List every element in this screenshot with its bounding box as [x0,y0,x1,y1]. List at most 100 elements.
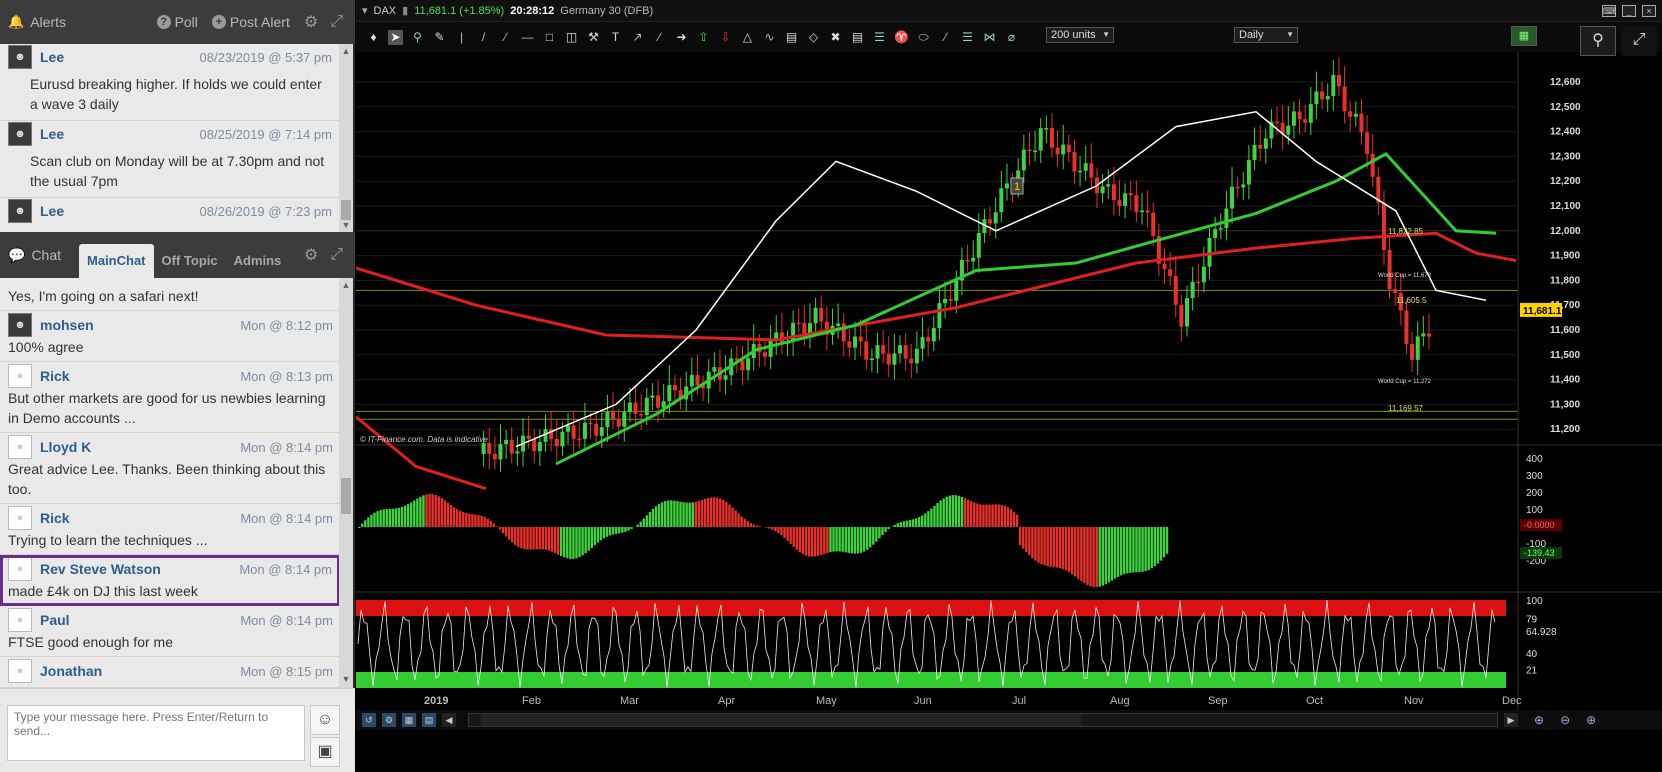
histogram-bar [847,527,850,553]
histogram-bar [657,503,661,527]
candle-body [1139,210,1144,213]
candle-body [954,280,959,301]
scroll-thumb[interactable] [341,200,351,220]
world-cup-label: World Cup = 11,673 [1378,273,1432,279]
stochastic-panel [356,600,1506,688]
price-tick: 12,500 [1550,102,1581,113]
candle-body [672,385,677,391]
image-icon[interactable]: ▣ [310,737,340,767]
chat-author[interactable]: Rick [40,368,70,384]
scroll-thumb[interactable] [481,714,1081,726]
histogram-bar [1159,527,1163,561]
tab-mainchat[interactable]: MainChat [79,244,154,278]
gear-icon[interactable]: ⚙ [304,12,318,32]
histogram-bar [957,495,961,527]
histogram-bar [1070,527,1074,575]
scroll-up-icon[interactable]: ▲ [339,280,353,290]
histogram-bar [933,505,936,527]
histogram-bar [813,527,817,557]
post-alert-label: Post Alert [229,14,290,30]
settings-icon[interactable]: ⚙ [382,713,396,727]
histogram-bar [1015,514,1019,527]
share-icon[interactable]: ↺ [362,713,376,727]
histogram-bar [507,527,511,540]
histogram-bar [468,513,471,527]
price-chart[interactable]: 12,600 12,500 12,400 12,300 12,200 12,100 12,0… [356,0,1662,710]
scroll-left-icon[interactable]: ◀ [442,713,456,727]
histogram-bar [406,504,410,527]
grid-icon[interactable]: ▤ [422,713,436,727]
scroll-down-icon[interactable]: ▼ [339,220,353,230]
post-alert-button[interactable]: + Post Alert [211,14,290,30]
candle-body [1173,275,1178,305]
gear-icon[interactable]: ⚙ [304,245,318,265]
histogram-bar [994,504,997,527]
scroll-up-icon[interactable]: ▲ [339,46,353,56]
candle-body [869,358,874,360]
chat-header: 💬 Chat MainChat Off Topic Admins ⚙ ⤢ [0,232,355,278]
chat-author[interactable]: Jonathan [40,663,102,679]
expand-icon[interactable]: ⤢ [330,246,343,264]
candle-body [1151,212,1156,236]
chart-scrollbar[interactable]: ↺ ⚙ ▦ ▤ ◀ ▶ ⊕ ⊖ ⊕ [356,710,1662,730]
expand-icon[interactable]: ⤢ [330,13,343,31]
candle-body [1038,128,1043,151]
histogram-bar [914,518,918,527]
histogram-bar [1107,527,1111,583]
candle-body [1196,281,1201,284]
chat-time: Mon @ 8:14 pm [239,561,332,577]
candle-body [1410,343,1415,360]
scroll-right-icon[interactable]: ▶ [1504,713,1518,727]
histogram-bar [1113,527,1117,579]
alert-author[interactable]: Lee [40,126,64,142]
chat-message-text: FTSE good enough for me [8,634,173,650]
chat-author[interactable]: Lloyd K [40,439,91,455]
scroll-track[interactable] [468,713,1498,727]
histogram-bar [685,502,688,527]
tab-off-topic[interactable]: Off Topic [154,244,226,278]
price-tick: 12,600 [1550,77,1581,88]
histogram-bar [1009,509,1013,527]
candle-body [1308,104,1313,123]
candle-body [1201,266,1206,283]
candle-body [1083,163,1088,171]
zoom-reset-icon[interactable]: ⊕ [1586,713,1596,727]
chat-message-text: made £4k on DJ this last week [8,583,198,599]
histogram-bar [1025,527,1028,552]
candle-body [1111,184,1116,201]
chat-author[interactable]: Rev Steve Watson [40,561,161,577]
histogram-bar [712,497,716,527]
layout-icon[interactable]: ▦ [402,713,416,727]
histogram-bar [771,527,774,530]
histogram-bar [979,504,982,527]
zoom-out-icon[interactable]: ⊖ [1560,713,1570,727]
chat-scrollbar[interactable]: ▲ ▼ [339,278,353,688]
emoji-icon[interactable]: ☺ [310,705,340,735]
scroll-thumb[interactable] [341,478,351,514]
zoom-in-icon[interactable]: ⊕ [1534,713,1544,727]
candle-body [605,411,610,428]
scroll-down-icon[interactable]: ▼ [339,674,353,684]
candle-body [1348,111,1353,117]
alerts-scrollbar[interactable]: ▲ ▼ [339,44,353,232]
chat-message-input[interactable] [7,705,305,761]
chat-author[interactable]: mohsen [40,317,94,333]
histogram-bar [768,527,771,529]
histogram-bar [660,502,664,527]
alert-author[interactable]: Lee [40,203,64,219]
histogram-bar [667,500,670,527]
poll-button[interactable]: ? Poll [156,14,198,30]
chat-author[interactable]: Rick [40,510,70,526]
histogram-bar [587,527,590,551]
histogram-bar [960,496,964,527]
candle-body [937,303,942,328]
alert-author[interactable]: Lee [40,49,64,65]
chat-author[interactable]: Paul [40,612,70,628]
histogram-bar [627,527,630,531]
histogram-bar [529,527,532,550]
candle-body [971,257,976,262]
candle-body [1134,195,1139,213]
histogram-bar [731,507,734,527]
tab-admins[interactable]: Admins [226,244,290,278]
histogram-bar [624,527,627,532]
